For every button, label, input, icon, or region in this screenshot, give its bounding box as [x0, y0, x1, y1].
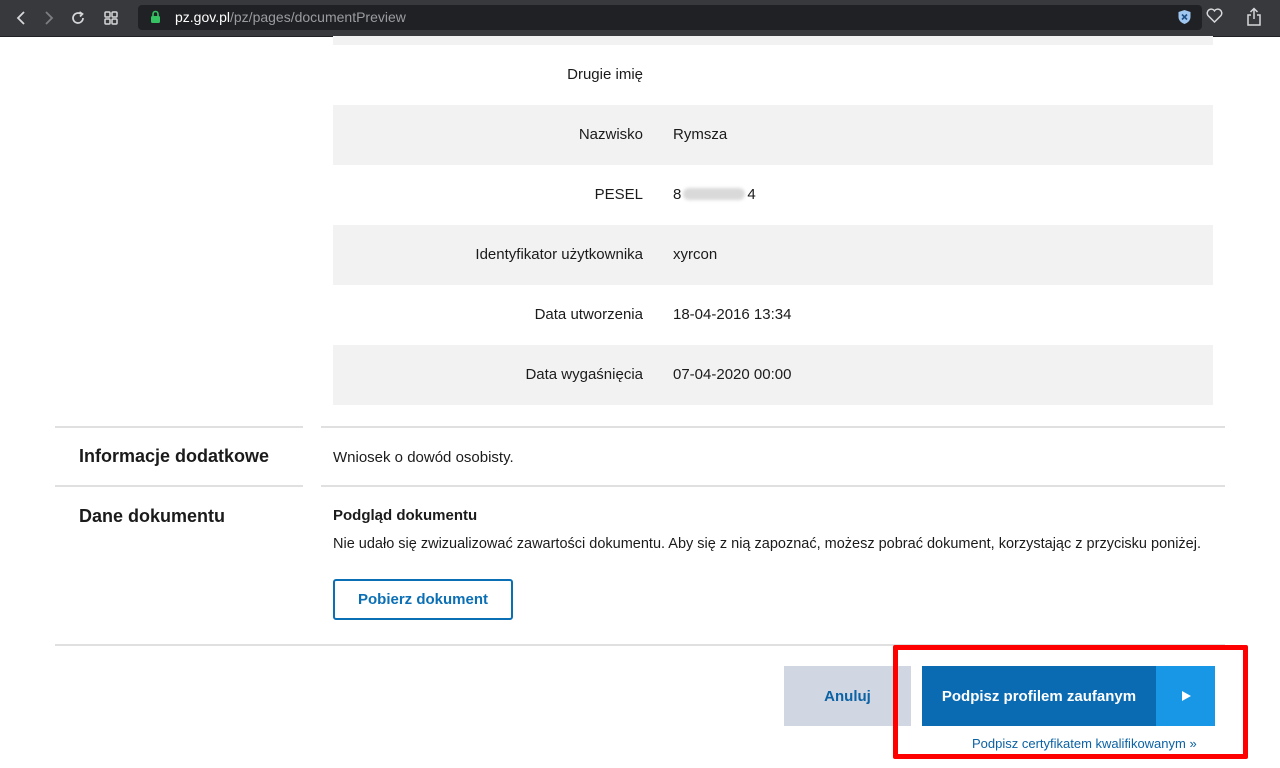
- url-path: /pz/pages/documentPreview: [230, 9, 406, 25]
- divider: [321, 426, 1225, 428]
- details-row-middle-name: Drugie imię: [333, 45, 1213, 105]
- pesel-end: 4: [747, 186, 756, 203]
- pesel-redacted: [683, 188, 746, 200]
- pesel-start: 8: [673, 186, 682, 203]
- document-title: Dane dokumentu: [79, 506, 226, 526]
- details-label: PESEL: [594, 186, 643, 203]
- divider: [321, 485, 1225, 487]
- details-value: 84: [673, 165, 756, 225]
- details-label: Data utworzenia: [534, 306, 643, 323]
- divider: [55, 644, 1225, 646]
- details-label: Identyfikator użytkownika: [475, 246, 643, 263]
- cancel-button[interactable]: Anuluj: [784, 666, 911, 726]
- details-label: Drugie imię: [567, 66, 643, 83]
- url-text: pz.gov.pl/pz/pages/documentPreview: [175, 9, 406, 25]
- back-icon[interactable]: [10, 6, 34, 30]
- details-row-expires: Data wygaśnięcia 07-04-2020 00:00: [333, 345, 1213, 405]
- reload-icon[interactable]: [66, 6, 90, 30]
- share-icon[interactable]: [1246, 7, 1262, 31]
- lock-icon: [150, 10, 161, 29]
- download-document-button[interactable]: Pobierz dokument: [333, 579, 513, 620]
- details-value: 18-04-2016 13:34: [673, 306, 792, 323]
- url-host: pz.gov.pl: [175, 9, 230, 25]
- browser-toolbar: pz.gov.pl/pz/pages/documentPreview: [0, 0, 1280, 37]
- additional-info-title: Informacje dodatkowe: [79, 446, 270, 466]
- details-row-pesel: PESEL 84: [333, 165, 1213, 225]
- sign-arrow-button[interactable]: [1156, 666, 1215, 726]
- details-value: Rymsza: [673, 126, 728, 143]
- heart-icon[interactable]: [1206, 8, 1223, 28]
- details-label: Data wygaśnięcia: [525, 366, 643, 383]
- details-label: Nazwisko: [578, 126, 643, 143]
- details-value: 07-04-2020 00:00: [673, 366, 792, 383]
- address-bar[interactable]: pz.gov.pl/pz/pages/documentPreview: [138, 5, 1202, 30]
- details-row-created: Data utworzenia 18-04-2016 13:34: [333, 285, 1213, 345]
- forward-icon[interactable]: [36, 6, 60, 30]
- sign-trusted-profile-button[interactable]: Podpisz profilem zaufanym: [922, 666, 1156, 726]
- preview-title: Podgląd dokumentu: [333, 507, 478, 524]
- divider: [55, 485, 303, 487]
- details-value: xyrcon: [673, 246, 718, 263]
- divider: [55, 426, 303, 428]
- grid-icon[interactable]: [99, 6, 123, 30]
- additional-info-text: Wniosek o dowód osobisty.: [333, 449, 514, 466]
- details-row-surname: Nazwisko Rymsza: [333, 105, 1213, 165]
- details-row-user-id: Identyfikator użytkownika xyrcon: [333, 225, 1213, 285]
- preview-text: Nie udało się zwizualizować zawartości d…: [333, 536, 1201, 552]
- play-arrow-icon: [1181, 691, 1191, 701]
- sign-certificate-link[interactable]: Podpisz certyfikatem kwalifikowanym »: [972, 736, 1197, 751]
- details-row-top: [333, 36, 1213, 45]
- shield-icon[interactable]: [1177, 9, 1192, 30]
